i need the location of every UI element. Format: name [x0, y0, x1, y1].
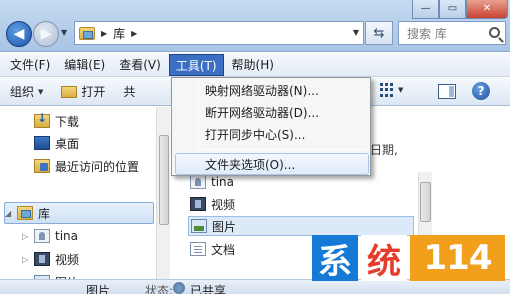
selected-item-name: 图片 — [86, 284, 111, 294]
preview-pane-button[interactable] — [438, 84, 456, 99]
menu-view[interactable]: 查看(V) — [113, 54, 167, 76]
watermark-number: 114 — [410, 235, 505, 281]
file-item-label: tina — [211, 175, 234, 189]
file-item-label: 文档 — [211, 242, 236, 257]
window-controls: — ▭ ✕ — [412, 0, 508, 19]
nav-item-label: 下载 — [55, 114, 80, 129]
desktop-icon — [34, 136, 50, 150]
library-icon — [79, 26, 95, 40]
breadcrumb-library[interactable]: 库 — [113, 25, 125, 42]
share-state-value: 已共享 — [190, 284, 227, 294]
menu-tools[interactable]: 工具(T) — [168, 53, 224, 76]
watermark-char-1: 系 — [312, 235, 358, 282]
downloads-folder-icon — [34, 111, 50, 128]
collapse-arrow-icon[interactable]: ◢ — [5, 209, 17, 218]
tools-dropdown-menu: 映射网络驱动器(N)... 断开网络驱动器(D)... 打开同步中心(S)...… — [171, 77, 371, 176]
navigation-pane: 下载 桌面 最近访问的位置 ◢ 库 ▷ tina ▷ 视频 ▷ 图片 — [0, 107, 170, 294]
views-grid-icon — [380, 83, 394, 97]
menu-edit[interactable]: 编辑(E) — [58, 54, 111, 76]
expand-arrow-icon[interactable]: ▷ — [22, 255, 34, 264]
breadcrumb-arrow-icon[interactable]: ▶ — [131, 29, 137, 38]
site-watermark-logo: 系 统 114 — [312, 233, 508, 283]
file-item-documents[interactable]: 文档 — [190, 239, 235, 259]
user-folder-icon — [34, 229, 50, 243]
refresh-button[interactable]: ⇆ — [365, 21, 393, 45]
organize-label: 组织 — [10, 85, 35, 99]
watermark-char-2: 统 — [361, 235, 407, 282]
shared-users-icon — [173, 282, 185, 294]
nav-scrollbar-thumb[interactable] — [159, 135, 169, 225]
search-icon — [489, 27, 500, 38]
menu-item-folder-options[interactable]: 文件夹选项(O)... — [175, 153, 369, 175]
menu-item-map-network-drive[interactable]: 映射网络驱动器(N)... — [172, 80, 370, 102]
menu-file[interactable]: 文件(F) — [4, 54, 56, 76]
forward-button[interactable]: ▶ — [33, 21, 59, 47]
open-label: 打开 — [81, 85, 106, 99]
nav-item-recent-places[interactable]: 最近访问的位置 — [34, 155, 139, 177]
address-bar[interactable]: ▶ 库 ▶ ▼ — [74, 21, 364, 45]
file-item-label: 图片 — [212, 219, 237, 234]
nav-item-desktop[interactable]: 桌面 — [34, 132, 79, 154]
content-scrollbar-thumb[interactable] — [420, 182, 431, 222]
minimize-button[interactable]: — — [412, 0, 439, 19]
user-folder-icon — [190, 175, 206, 189]
share-label: 共 — [123, 85, 136, 99]
dropdown-arrow-icon: ▼ — [398, 86, 404, 94]
breadcrumb-arrow-icon[interactable]: ▶ — [101, 29, 107, 38]
open-button[interactable]: 打开 — [61, 83, 105, 100]
menu-bar: 文件(F) 编辑(E) 查看(V) 工具(T) 帮助(H) — [0, 53, 510, 77]
nav-item-label: 库 — [38, 206, 51, 221]
back-button[interactable]: ◀ — [6, 21, 32, 47]
maximize-button[interactable]: ▭ — [439, 0, 466, 19]
nav-scrollbar[interactable] — [156, 107, 170, 294]
nav-item-label: tina — [55, 229, 78, 243]
file-item-videos[interactable]: 视频 — [190, 194, 235, 214]
address-dropdown-icon[interactable]: ▼ — [353, 28, 359, 37]
share-button[interactable]: 共 — [123, 83, 135, 100]
search-input[interactable]: 搜索 库 — [398, 21, 506, 45]
search-placeholder: 搜索 库 — [407, 26, 447, 41]
library-icon — [17, 206, 33, 220]
nav-item-videos[interactable]: ▷ 视频 — [22, 248, 79, 270]
nav-item-library[interactable]: ◢ 库 — [4, 202, 154, 224]
dropdown-arrow-icon: ▼ — [38, 87, 44, 96]
column-header-date[interactable]: 日期, — [370, 141, 398, 158]
forward-arrow-icon: ▶ — [40, 26, 52, 42]
refresh-icon: ⇆ — [373, 25, 385, 41]
help-button[interactable]: ? — [472, 82, 490, 100]
state-label: 状态: — [145, 284, 174, 294]
menu-help[interactable]: 帮助(H) — [226, 54, 280, 76]
nav-item-label: 视频 — [55, 252, 80, 267]
history-dropdown-icon[interactable]: ▼ — [61, 28, 67, 37]
organize-button[interactable]: 组织 ▼ — [10, 83, 43, 100]
nav-item-label: 桌面 — [55, 136, 80, 151]
close-button[interactable]: ✕ — [466, 0, 508, 19]
expand-arrow-icon[interactable]: ▷ — [22, 232, 34, 241]
video-library-icon — [34, 252, 50, 266]
change-view-button[interactable]: ▼ — [380, 83, 403, 97]
nav-item-tina[interactable]: ▷ tina — [22, 225, 78, 247]
video-library-icon — [190, 197, 206, 211]
title-bar: ◀ ▶ ▼ ▶ 库 ▶ ▼ ⇆ 搜索 库 — ▭ ✕ — [0, 0, 510, 52]
back-arrow-icon: ◀ — [13, 26, 25, 42]
recent-places-icon — [34, 159, 50, 173]
file-item-label: 视频 — [211, 197, 236, 212]
menu-item-open-sync-center[interactable]: 打开同步中心(S)... — [172, 124, 370, 146]
document-library-icon — [190, 242, 206, 256]
nav-item-label: 最近访问的位置 — [55, 159, 140, 174]
picture-library-icon — [191, 219, 207, 233]
open-folder-icon — [61, 85, 78, 98]
nav-item-downloads[interactable]: 下载 — [34, 110, 79, 132]
menu-item-disconnect-network-drive[interactable]: 断开网络驱动器(D)... — [172, 102, 370, 124]
menu-separator — [201, 149, 367, 150]
